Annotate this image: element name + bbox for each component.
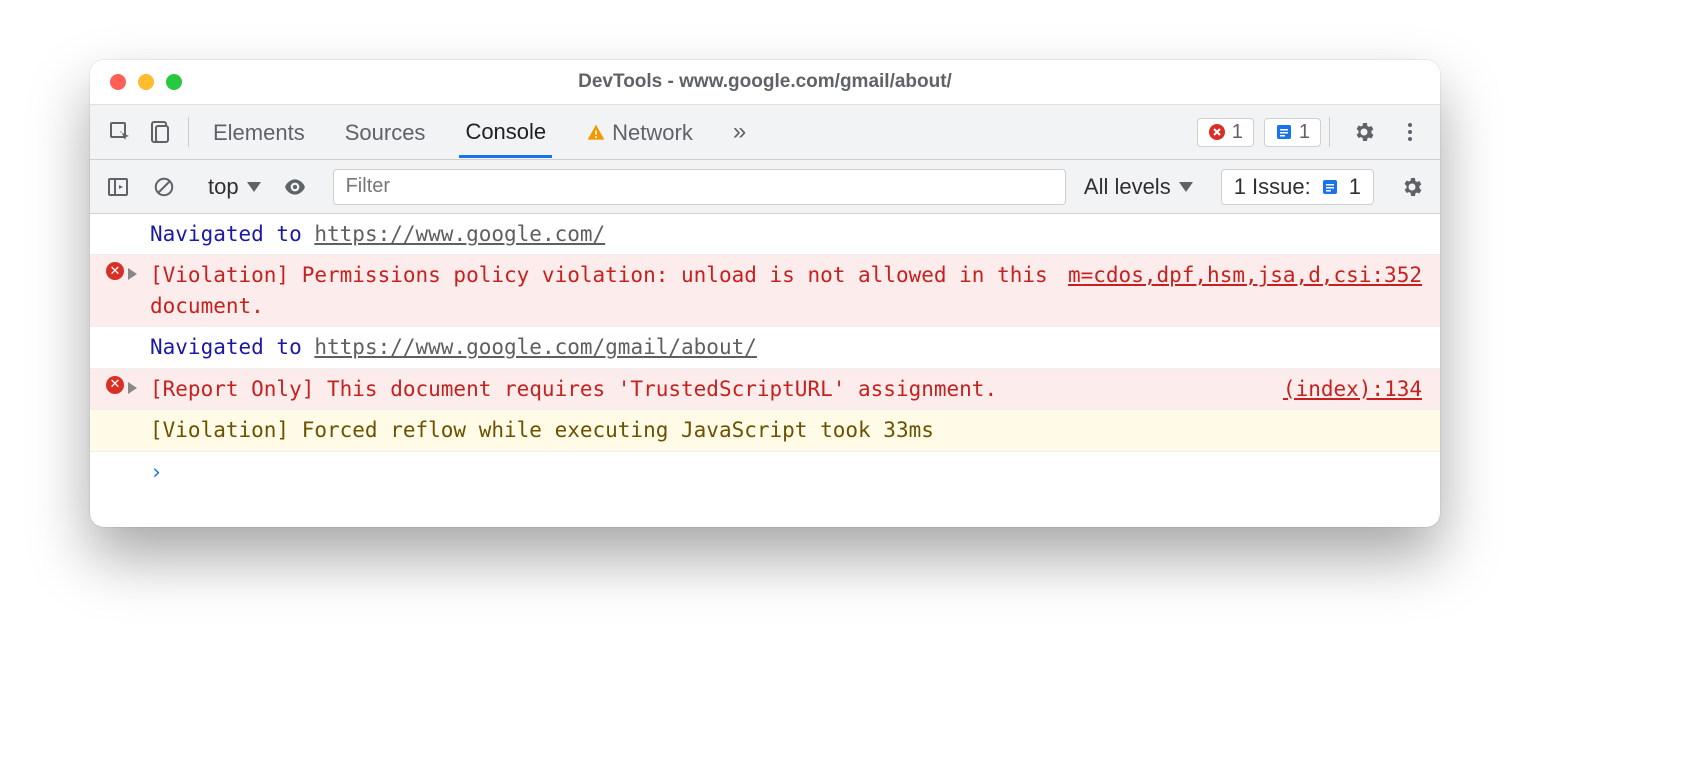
console-prompt[interactable]: › bbox=[90, 452, 1440, 527]
device-toolbar-icon[interactable] bbox=[140, 112, 180, 152]
window-titlebar: DevTools - www.google.com/gmail/about/ bbox=[90, 60, 1440, 104]
nav-prefix: Navigated to bbox=[150, 335, 314, 359]
warning-icon bbox=[586, 123, 606, 143]
console-filter-bar: top All levels 1 Issue: 1 bbox=[90, 160, 1440, 214]
issues-count: 1 bbox=[1349, 174, 1361, 200]
warning-message: [Violation] Forced reflow while executin… bbox=[150, 415, 1422, 445]
issues-count: 1 bbox=[1299, 121, 1310, 144]
tab-network[interactable]: Network bbox=[580, 108, 699, 156]
console-row-error[interactable]: ✕ [Violation] Permissions policy violati… bbox=[90, 255, 1440, 327]
prompt-caret: › bbox=[150, 457, 1422, 487]
console-settings-icon[interactable] bbox=[1394, 169, 1430, 205]
error-message: [Report Only] This document requires 'Tr… bbox=[150, 374, 1263, 404]
window-controls bbox=[90, 74, 182, 90]
tab-sources[interactable]: Sources bbox=[339, 108, 432, 156]
window-title: DevTools - www.google.com/gmail/about/ bbox=[90, 71, 1440, 93]
issue-icon bbox=[1321, 178, 1339, 196]
log-levels-selector[interactable]: All levels bbox=[1076, 174, 1201, 200]
devtools-window: DevTools - www.google.com/gmail/about/ E… bbox=[90, 60, 1440, 527]
minimize-button[interactable] bbox=[138, 74, 154, 90]
error-message: [Violation] Permissions policy violation… bbox=[150, 260, 1048, 321]
nav-url[interactable]: https://www.google.com/ bbox=[314, 222, 605, 246]
console-row-navigation: Navigated to https://www.google.com/gmai… bbox=[90, 327, 1440, 368]
tab-console[interactable]: Console bbox=[459, 107, 552, 158]
toggle-sidebar-icon[interactable] bbox=[100, 169, 136, 205]
kebab-menu-icon[interactable] bbox=[1390, 112, 1430, 152]
clear-console-icon[interactable] bbox=[146, 169, 182, 205]
maximize-button[interactable] bbox=[166, 74, 182, 90]
status-badges: 1 1 bbox=[1197, 118, 1321, 147]
main-toolbar: Elements Sources Console Network » 1 1 bbox=[90, 104, 1440, 160]
filter-input[interactable] bbox=[333, 169, 1066, 205]
levels-label: All levels bbox=[1084, 174, 1171, 200]
errors-count: 1 bbox=[1232, 121, 1243, 144]
error-icon bbox=[1208, 123, 1226, 141]
tab-elements[interactable]: Elements bbox=[207, 108, 311, 156]
inspect-element-icon[interactable] bbox=[100, 112, 140, 152]
issues-button[interactable]: 1 Issue: 1 bbox=[1221, 169, 1374, 205]
expand-icon[interactable] bbox=[128, 268, 137, 280]
console-output: Navigated to https://www.google.com/ ✕ [… bbox=[90, 214, 1440, 527]
context-label: top bbox=[208, 174, 239, 200]
nav-prefix: Navigated to bbox=[150, 222, 314, 246]
context-selector[interactable]: top bbox=[202, 174, 267, 200]
more-tabs-icon[interactable]: » bbox=[727, 118, 752, 146]
panel-tabs: Elements Sources Console Network » bbox=[197, 107, 752, 158]
error-icon: ✕ bbox=[106, 262, 124, 280]
errors-badge[interactable]: 1 bbox=[1197, 118, 1254, 147]
toolbar-divider bbox=[188, 117, 189, 147]
settings-icon[interactable] bbox=[1344, 112, 1384, 152]
console-row-warning[interactable]: [Violation] Forced reflow while executin… bbox=[90, 410, 1440, 451]
toolbar-divider bbox=[1329, 117, 1330, 147]
source-link[interactable]: (index):134 bbox=[1263, 374, 1422, 404]
close-button[interactable] bbox=[110, 74, 126, 90]
console-row-error[interactable]: ✕ [Report Only] This document requires '… bbox=[90, 369, 1440, 410]
nav-url[interactable]: https://www.google.com/gmail/about/ bbox=[314, 335, 757, 359]
chevron-down-icon bbox=[247, 182, 261, 192]
chevron-down-icon bbox=[1179, 182, 1193, 192]
console-row-navigation: Navigated to https://www.google.com/ bbox=[90, 214, 1440, 255]
issue-icon bbox=[1275, 123, 1293, 141]
error-icon: ✕ bbox=[106, 376, 124, 394]
tab-network-label: Network bbox=[612, 120, 693, 146]
expand-icon[interactable] bbox=[128, 382, 137, 394]
issues-label: 1 Issue: bbox=[1234, 174, 1311, 200]
issues-badge[interactable]: 1 bbox=[1264, 118, 1321, 147]
live-expression-icon[interactable] bbox=[277, 169, 313, 205]
source-link[interactable]: m=cdos,dpf,hsm,jsa,d,csi:352 bbox=[1048, 260, 1422, 290]
